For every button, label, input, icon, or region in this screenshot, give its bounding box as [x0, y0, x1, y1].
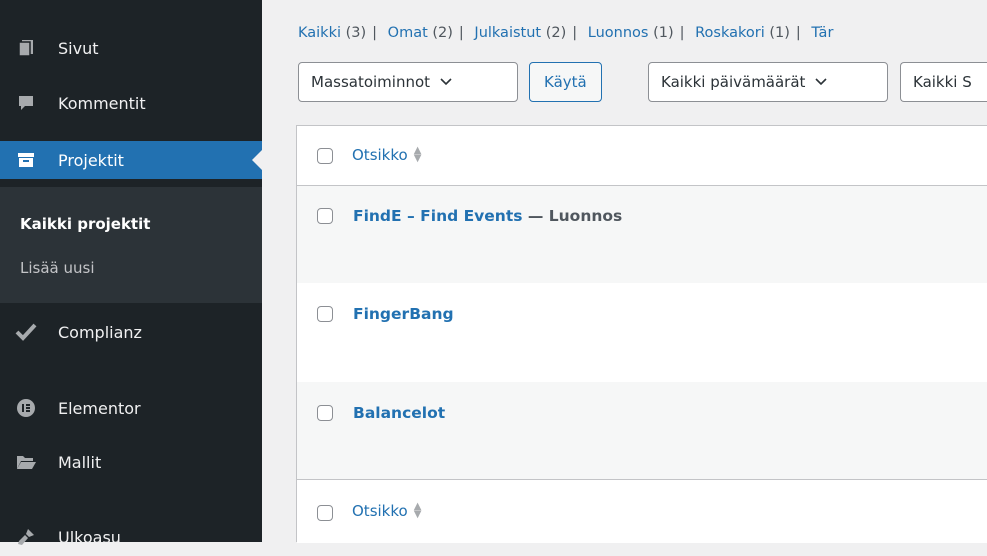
sidebar-item-templates[interactable]: Mallit [0, 443, 262, 481]
date-filter-select[interactable]: Kaikki päivämäärät [648, 62, 888, 102]
projects-icon [12, 146, 40, 174]
status-filter-links: Kaikki (3) | Omat (2) | Julkaistut (2) | Lu… [298, 25, 834, 41]
table-row: Balancelot [297, 382, 987, 479]
post-title: FingerBang [353, 305, 454, 323]
sidebar-item-appearance[interactable]: Ulkoasu [0, 518, 262, 556]
pages-icon [12, 34, 40, 62]
title-column-footer[interactable]: Otsikko ▲ ▼ [352, 501, 422, 521]
sidebar-item-pages[interactable]: Sivut [0, 29, 262, 67]
brush-icon [12, 523, 40, 551]
main-content: Kaikki (3) | Omat (2) | Julkaistut (2) | Lu… [262, 0, 987, 543]
submenu-item-add-new[interactable]: Lisää uusi [20, 259, 95, 277]
sidebar-item-elementor[interactable]: Elementor [0, 389, 262, 427]
sidebar-item-label: Elementor [58, 398, 141, 418]
row-checkbox[interactable] [317, 208, 333, 224]
select-all-checkbox[interactable] [317, 148, 333, 164]
chevron-down-icon [815, 75, 828, 90]
folder-icon [12, 448, 40, 476]
sidebar-item-label: Complianz [58, 322, 142, 342]
view-published-link[interactable]: Julkaistut (2) [474, 25, 566, 41]
submenu-item-all-projects[interactable]: Kaikki projektit [20, 215, 150, 233]
post-title-link[interactable]: FindE – Find Events [353, 207, 522, 225]
post-title: Balancelot [353, 404, 445, 422]
sidebar-item-label: Mallit [58, 452, 102, 472]
bulk-actions-select[interactable]: Massatoiminnot [298, 62, 518, 102]
post-state: — Luonnos [522, 207, 623, 225]
sort-icon: ▲ ▼ [413, 145, 422, 164]
apply-button[interactable]: Käytä [529, 62, 602, 102]
view-all-link[interactable]: Kaikki (3) [298, 25, 366, 41]
view-trash-link[interactable]: Roskakori (1) [695, 25, 790, 41]
sidebar-item-complianz[interactable]: Complianz [0, 313, 262, 351]
sidebar-item-label: Projektit [58, 150, 124, 170]
title-column-header[interactable]: Otsikko ▲ ▼ [352, 145, 422, 165]
table-row: FindE – Find Events — Luonnos [297, 186, 987, 283]
view-mine-link[interactable]: Omat (2) [388, 25, 453, 41]
sidebar-item-label: Kommentit [58, 93, 146, 113]
chevron-down-icon [440, 75, 452, 90]
post-title: FindE – Find Events — Luonnos [353, 207, 622, 225]
projects-submenu: Kaikki projektit Lisää uusi [0, 187, 262, 303]
view-more-link[interactable]: Tär [811, 25, 833, 41]
view-drafts-link[interactable]: Luonnos (1) [588, 25, 674, 41]
admin-sidebar: Sivut Kommentit Projektit Kaikki projekt… [0, 0, 262, 547]
sidebar-item-projects[interactable]: Projektit [0, 141, 262, 179]
elementor-icon [12, 394, 40, 422]
table-row: FingerBang [297, 283, 987, 382]
post-title-link[interactable]: Balancelot [353, 404, 445, 422]
sort-icon: ▲ ▼ [413, 501, 422, 520]
sidebar-item-label: Sivut [58, 38, 99, 58]
row-checkbox[interactable] [317, 405, 333, 421]
post-title-link[interactable]: FingerBang [353, 305, 454, 323]
sidebar-item-comments[interactable]: Kommentit [0, 84, 262, 122]
checkmark-icon [12, 318, 40, 346]
select-all-checkbox-footer[interactable] [317, 505, 333, 521]
table-footer-row: Otsikko ▲ ▼ [297, 479, 987, 543]
category-filter-select[interactable]: Kaikki S [900, 62, 987, 102]
comments-icon [12, 89, 40, 117]
posts-table: Otsikko ▲ ▼ FindE – Find Events — Luonnos… [296, 125, 987, 543]
sidebar-item-label: Ulkoasu [58, 527, 121, 547]
table-header-row: Otsikko ▲ ▼ [297, 126, 987, 186]
row-checkbox[interactable] [317, 306, 333, 322]
